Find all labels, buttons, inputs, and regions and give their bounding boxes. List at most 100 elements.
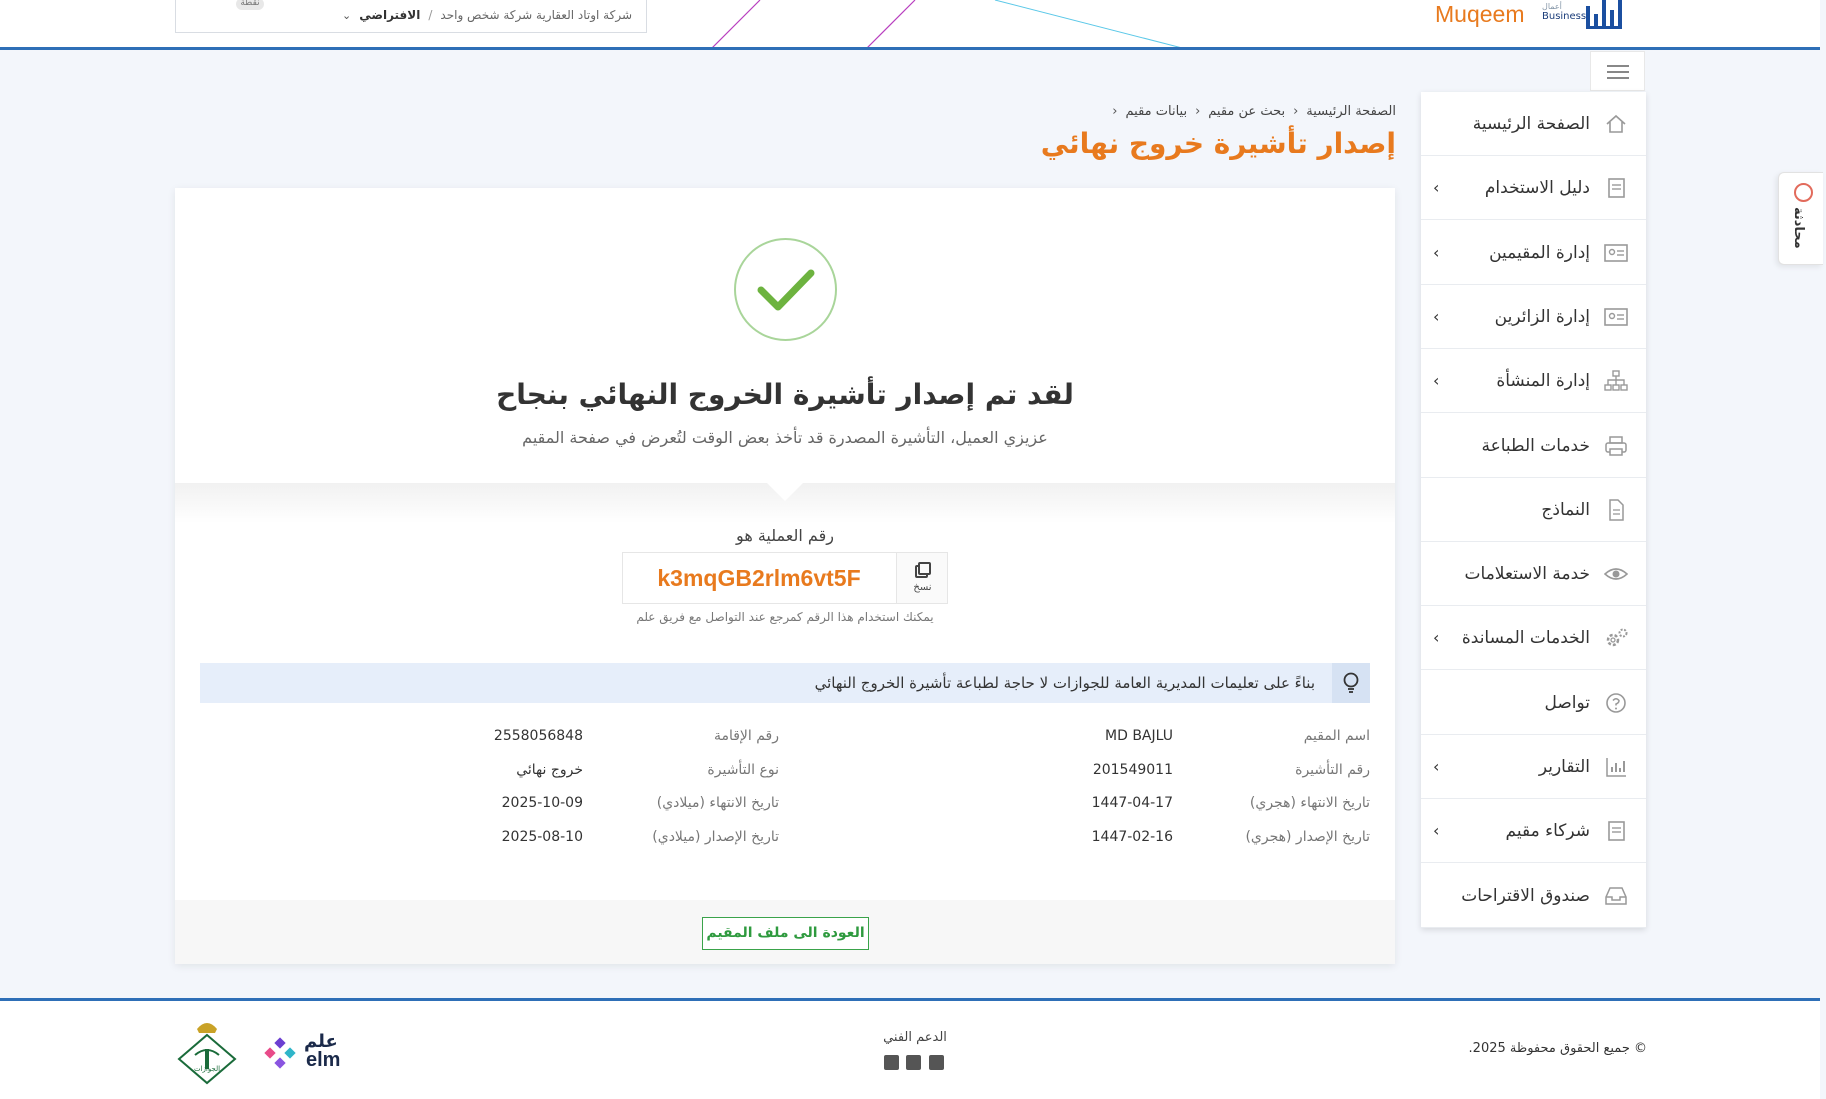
page-footer: © جميع الحقوق محفوظة 2025. الدعم الفني ع… <box>0 998 1820 1099</box>
copy-button[interactable]: نسخ <box>896 553 947 603</box>
detail-label: تاريخ الانتهاء (ميلادي) <box>656 795 779 811</box>
detail-value: 2025-08-10 <box>501 829 583 845</box>
sidebar-item-4[interactable]: إدارة الزائرين ‹ <box>1421 285 1646 349</box>
sidebar-item-label: خدمة الاستعلامات <box>1464 564 1590 585</box>
sidebar-item-label: الخدمات المساندة <box>1461 628 1590 649</box>
company-name: شركة اوتاد العقارية شركة شخص واحد <box>440 8 632 22</box>
detail-label: رقم الإقامة <box>713 728 779 744</box>
inbox-icon <box>1604 885 1628 907</box>
phone-icon[interactable] <box>929 1055 944 1070</box>
detail-value: خروج نهائي <box>516 762 583 778</box>
sidebar-item-1[interactable]: الصفحة الرئيسية <box>1421 92 1646 156</box>
muqeem-logo-icon <box>1586 0 1622 29</box>
chevron-left-icon: ‹ <box>1112 104 1118 119</box>
detail-value: 2025-10-09 <box>501 795 583 811</box>
transaction-box: k3mqGB2rlm6vt5F نسخ <box>622 552 948 604</box>
elm-english-text: elm <box>306 1049 341 1071</box>
detail-value: 1447-02-16 <box>1091 829 1173 845</box>
twitter-icon[interactable] <box>884 1055 899 1070</box>
company-separator: / <box>428 8 433 22</box>
help-circle-icon <box>1604 692 1628 714</box>
points-badge: نقطة <box>236 0 264 10</box>
chevron-left-icon: ‹ <box>1433 628 1440 648</box>
gears-icon <box>1604 627 1628 649</box>
hamburger-icon-line <box>1607 77 1629 79</box>
detail-value: 1447-04-17 <box>1091 795 1173 811</box>
chevron-left-icon: ‹ <box>1433 178 1440 198</box>
support-title: الدعم الفني <box>883 1030 947 1045</box>
sidebar-item-label: دليل الاستخدام <box>1484 178 1590 199</box>
sidebar-toggle-button[interactable] <box>1590 51 1645 91</box>
copy-icon-front <box>918 562 931 575</box>
hamburger-icon <box>1607 65 1629 67</box>
book-icon <box>1604 177 1628 199</box>
id-card-icon <box>1604 242 1628 264</box>
transaction-hint: يمكنك استخدام هذا الرقم كمرجع عند التواص… <box>636 610 934 624</box>
breadcrumb: الصفحة الرئيسية ‹ بحث عن مقيم ‹ بيانات مقيم ‹ <box>1000 104 1396 119</box>
home-icon <box>1604 113 1628 135</box>
sidebar-item-8[interactable]: خدمة الاستعلامات <box>1421 542 1646 607</box>
detail-label: رقم التأشيرة <box>1295 762 1370 778</box>
detail-label: تاريخ الانتهاء (هجري) <box>1249 795 1370 811</box>
sidebar-item-9[interactable]: الخدمات المساندة ‹ <box>1421 606 1646 671</box>
breadcrumb-item-3[interactable]: بيانات مقيم <box>1126 104 1188 119</box>
sidebar-item-label: صندوق الاقتراحات <box>1461 885 1590 906</box>
chat-tab[interactable]: محادثة <box>1778 172 1823 265</box>
chevron-left-icon: ‹ <box>1293 104 1299 119</box>
email-icon[interactable] <box>906 1055 921 1070</box>
success-check-icon <box>734 238 837 341</box>
copyright-text: © جميع الحقوق محفوظة 2025. <box>1468 1041 1647 1056</box>
sidebar-item-5[interactable]: إدارة المنشأة ‹ <box>1421 349 1646 414</box>
info-banner-text: بناءً على تعليمات المديرية العامة للجواز… <box>814 674 1315 692</box>
info-banner: بناءً على تعليمات المديرية العامة للجواز… <box>200 663 1370 703</box>
jawazat-logo: الجوازات <box>175 1015 239 1089</box>
sidebar-item-10[interactable]: تواصل <box>1421 671 1646 735</box>
sidebar-item-13[interactable]: صندوق الاقتراحات <box>1421 864 1646 928</box>
chevron-left-icon: ‹ <box>1433 242 1440 262</box>
back-to-resident-file-button[interactable]: العودة الى ملف المقيم <box>702 917 869 950</box>
detail-label: تاريخ الإصدار (هجري) <box>1245 829 1370 845</box>
chevron-left-icon: ‹ <box>1433 306 1440 326</box>
sidebar-item-label: خدمات الطباعة <box>1481 435 1590 456</box>
detail-label: اسم المقيم <box>1303 728 1370 744</box>
detail-label: تاريخ الإصدار (ميلادي) <box>652 829 779 845</box>
sidebar-item-11[interactable]: التقارير ‹ <box>1421 735 1646 799</box>
sidebar-item-label: شركاء مقيم <box>1505 821 1590 842</box>
sidebar-item-2[interactable]: دليل الاستخدام ‹ <box>1421 156 1646 221</box>
default-label: الافتراضي <box>359 8 421 22</box>
page-title: إصدار تأشيرة خروج نهائي <box>1040 127 1396 160</box>
sidebar-item-6[interactable]: خدمات الطباعة <box>1421 414 1646 478</box>
printer-icon <box>1604 435 1628 457</box>
breadcrumb-item-1[interactable]: الصفحة الرئيسية <box>1306 104 1396 119</box>
org-chart-icon <box>1604 370 1628 392</box>
brand-sub-line2: Business <box>1542 11 1587 22</box>
chevron-left-icon: ‹ <box>1433 821 1440 841</box>
eye-icon <box>1603 563 1629 585</box>
chevron-left-icon: ‹ <box>1433 757 1440 776</box>
detail-value: 2558056848 <box>493 728 583 744</box>
chevron-left-icon: ‹ <box>1195 104 1201 119</box>
transaction-code: k3mqGB2rlm6vt5F <box>657 565 861 591</box>
checkmark-icon <box>757 269 815 311</box>
success-card: لقد تم إصدار تأشيرة الخروج النهائي بنجاح… <box>175 188 1395 964</box>
brand-subtitle: أعمال Business <box>1542 2 1586 22</box>
sidebar-nav: الصفحة الرئيسية دليل الاستخدام ‹ إدارة المق… <box>1421 92 1646 928</box>
sidebar-item-label: الصفحة الرئيسية <box>1472 114 1590 134</box>
sidebar-item-7[interactable]: النماذج <box>1421 478 1646 542</box>
sidebar-item-label: النماذج <box>1541 499 1590 520</box>
copy-label: نسخ <box>913 582 932 593</box>
detail-value: MD BAJLU <box>1105 728 1173 744</box>
sidebar-item-label: إدارة المنشأة <box>1496 371 1590 392</box>
elm-mark-icon <box>264 1037 296 1069</box>
breadcrumb-item-2[interactable]: بحث عن مقيم <box>1208 104 1285 119</box>
sidebar-item-label: تواصل <box>1544 692 1590 713</box>
sidebar-item-3[interactable]: إدارة المقيمين ‹ <box>1421 221 1646 285</box>
book-icon <box>1604 820 1628 842</box>
sidebar-item-12[interactable]: شركاء مقيم ‹ <box>1421 799 1646 864</box>
chat-tab-label: محادثة <box>1791 207 1806 249</box>
card-notch <box>767 483 803 501</box>
hamburger-icon-line <box>1607 71 1629 73</box>
lightbulb-icon <box>1332 663 1370 703</box>
success-subtitle: عزيزي العميل، التأشيرة المصدرة قد تأخذ ب… <box>522 428 1048 447</box>
success-title: لقد تم إصدار تأشيرة الخروج النهائي بنجاح <box>496 378 1074 411</box>
